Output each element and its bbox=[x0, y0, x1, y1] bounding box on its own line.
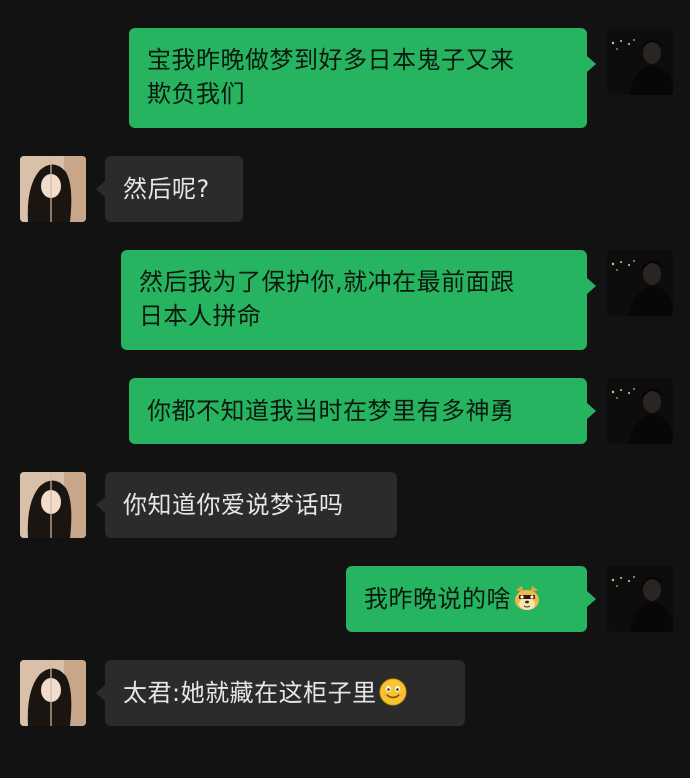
received-message-bubble[interactable]: 你知道你爱说梦话吗 bbox=[105, 472, 397, 538]
message-row: 你都不知道我当时在梦里有多神勇 bbox=[0, 370, 690, 460]
person-icon bbox=[607, 29, 673, 95]
message-text: 你都不知道我当时在梦里有多神勇 bbox=[147, 397, 515, 425]
message-row: 宝我昨晚做梦到好多日本鬼子又来 欺负我们 bbox=[0, 0, 690, 140]
message-text: 你知道你爱说梦话吗 bbox=[123, 491, 344, 519]
chat-area: 宝我昨晚做梦到好多日本鬼子又来 欺负我们 然后呢? 然后我为了保护你,就冲在最前… bbox=[0, 0, 690, 778]
sent-message-bubble[interactable]: 宝我昨晚做梦到好多日本鬼子又来 欺负我们 bbox=[129, 28, 587, 128]
message-row: 我昨晚说的啥 bbox=[0, 560, 690, 650]
person-icon bbox=[607, 378, 673, 444]
person-icon bbox=[20, 472, 86, 538]
message-text-line: 日本人拼命 bbox=[139, 302, 262, 330]
message-text-line: 欺负我们 bbox=[147, 80, 245, 108]
person-icon bbox=[20, 660, 86, 726]
message-row: 太君:她就藏在这柜子里 bbox=[0, 650, 690, 750]
message-text-line: 宝我昨晚做梦到好多日本鬼子又来 bbox=[147, 46, 515, 74]
avatar[interactable] bbox=[607, 566, 673, 632]
avatar[interactable] bbox=[607, 29, 673, 95]
person-icon bbox=[20, 156, 86, 222]
avatar[interactable] bbox=[20, 660, 86, 726]
avatar[interactable] bbox=[20, 156, 86, 222]
bubble-tail bbox=[587, 278, 596, 294]
message-row: 你知道你爱说梦话吗 bbox=[0, 460, 690, 560]
bubble-tail bbox=[96, 181, 105, 197]
sent-message-bubble[interactable]: 你都不知道我当时在梦里有多神勇 bbox=[129, 378, 587, 444]
sent-message-bubble[interactable]: 然后我为了保护你,就冲在最前面跟 日本人拼命 bbox=[121, 250, 587, 350]
bubble-tail bbox=[587, 403, 596, 419]
message-row: 然后呢? bbox=[0, 140, 690, 240]
bubble-tail bbox=[587, 591, 596, 607]
message-text: 然后呢? bbox=[123, 175, 210, 203]
bubble-tail bbox=[96, 685, 105, 701]
avatar[interactable] bbox=[20, 472, 86, 538]
sent-message-bubble[interactable]: 我昨晚说的啥 bbox=[346, 566, 587, 632]
bubble-tail bbox=[96, 497, 105, 513]
avatar[interactable] bbox=[607, 250, 673, 316]
avatar[interactable] bbox=[607, 378, 673, 444]
person-icon bbox=[607, 566, 673, 632]
doge-emoji-icon bbox=[515, 586, 539, 610]
received-message-bubble[interactable]: 然后呢? bbox=[105, 156, 243, 222]
bubble-tail bbox=[587, 56, 596, 72]
message-text: 我昨晚说的啥 bbox=[364, 585, 511, 613]
received-message-bubble[interactable]: 太君:她就藏在这柜子里 bbox=[105, 660, 465, 726]
message-text: 太君:她就藏在这柜子里 bbox=[123, 679, 377, 707]
message-text-line: 然后我为了保护你,就冲在最前面跟 bbox=[139, 268, 515, 296]
person-icon bbox=[607, 250, 673, 316]
message-row: 然后我为了保护你,就冲在最前面跟 日本人拼命 bbox=[0, 240, 690, 360]
smile-emoji-icon bbox=[379, 678, 407, 706]
